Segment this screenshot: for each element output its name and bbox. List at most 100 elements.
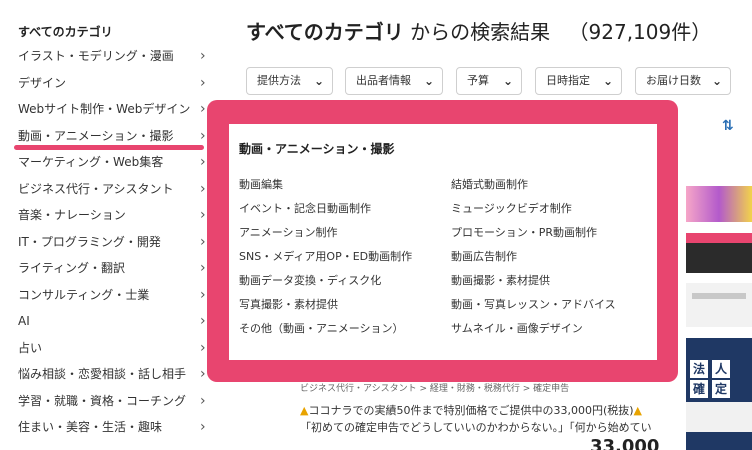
sidebar-item-illustration[interactable]: イラスト・モデリング・漫画 › xyxy=(0,43,220,70)
chevron-right-icon: › xyxy=(200,392,206,409)
sidebar-item-fortune[interactable]: 占い › xyxy=(0,335,220,362)
chevron-down-icon: ⌄ xyxy=(423,74,434,88)
filter-label: 日時指定 xyxy=(546,74,590,87)
sidebar-item-label: コンサルティング・士業 xyxy=(18,287,150,302)
subcategory-link[interactable]: 結婚式動画制作 xyxy=(451,176,528,192)
chevron-right-icon: › xyxy=(200,101,206,117)
filter-label: 提供方法 xyxy=(257,74,301,87)
thumbnail-strip xyxy=(686,402,752,432)
sidebar-item-label: 学習・就職・資格・コーチング xyxy=(18,393,187,408)
chevron-right-icon: › xyxy=(200,180,206,197)
subcategory-link[interactable]: 動画広告制作 xyxy=(451,248,517,264)
listing-thumbnail[interactable]: 法 人 確 定 xyxy=(686,338,752,450)
sidebar-item-label: 音楽・ナレーション xyxy=(18,208,126,222)
sidebar-item-label: Webサイト制作・Webデザイン xyxy=(18,102,191,116)
chevron-right-icon: › xyxy=(200,48,206,64)
subcategory-link[interactable]: 写真撮影・素材提供 xyxy=(239,296,338,312)
subcategory-flyout: 動画・アニメーション・撮影 動画編集 イベント・記念日動画制作 アニメーション制… xyxy=(229,124,657,360)
thumbnail-char: 確 xyxy=(690,380,708,398)
subcategory-link[interactable]: サムネイル・画像デザイン xyxy=(451,320,583,336)
chevron-right-icon: › xyxy=(200,339,206,356)
subcategory-link[interactable]: イベント・記念日動画制作 xyxy=(239,200,371,216)
chevron-down-icon: ⌄ xyxy=(502,74,513,88)
chevron-right-icon: › xyxy=(200,419,206,435)
filter-label: お届け日数 xyxy=(646,74,701,87)
sidebar-item-learning[interactable]: 学習・就職・資格・コーチング › xyxy=(0,388,220,415)
sidebar-heading: すべてのカテゴリ xyxy=(18,25,113,39)
chevron-right-icon: › xyxy=(200,260,206,276)
sidebar-item-label: ビジネス代行・アシスタント xyxy=(18,181,174,196)
chevron-right-icon: › xyxy=(200,74,206,91)
chevron-right-icon: › xyxy=(200,207,206,223)
filter-date[interactable]: 日時指定 ⌄ xyxy=(535,67,622,95)
thumbnail-char: 人 xyxy=(712,360,730,378)
chevron-down-icon: ⌄ xyxy=(602,74,613,88)
sidebar-item-design[interactable]: デザイン › xyxy=(0,70,220,97)
chevron-right-icon: › xyxy=(200,366,206,382)
sidebar-item-label: ライティング・翻訳 xyxy=(18,261,126,275)
sidebar-item-it[interactable]: IT・プログラミング・開発 › xyxy=(0,229,220,256)
sidebar-item-label: 占い xyxy=(18,340,43,355)
warning-icon: ▲ xyxy=(633,404,643,417)
listing-line-2[interactable]: 「初めての確定申告でどうしていいのかわからない。」「何から始めてい xyxy=(300,419,652,435)
subcategory-link[interactable]: アニメーション制作 xyxy=(239,224,338,240)
subcategory-link[interactable]: 動画編集 xyxy=(239,176,283,192)
sidebar-item-label: イラスト・モデリング・漫画 xyxy=(18,49,174,63)
listing-line-1[interactable]: ▲ココナラでの実績50件まで特別価格でご提供中の33,000円(税抜)▲ xyxy=(300,402,642,418)
sidebar-item-business[interactable]: ビジネス代行・アシスタント › xyxy=(0,176,220,203)
listing-thumbnail[interactable] xyxy=(686,283,752,327)
sidebar-item-music[interactable]: 音楽・ナレーション › xyxy=(0,202,220,229)
flyout-title: 動画・アニメーション・撮影 xyxy=(239,142,395,156)
sidebar-item-ai[interactable]: AI › xyxy=(0,308,220,335)
listing-thumbnail[interactable] xyxy=(686,233,752,273)
sidebar-item-writing[interactable]: ライティング・翻訳 › xyxy=(0,255,220,282)
listing-price: 33,000 xyxy=(590,436,660,450)
sidebar-item-consulting[interactable]: コンサルティング・士業 › xyxy=(0,282,220,309)
category-list: イラスト・モデリング・漫画 › デザイン › Webサイト制作・Webデザイン › 動… xyxy=(0,43,220,441)
subcategory-link[interactable]: プロモーション・PR動画制作 xyxy=(451,224,597,240)
filter-label: 予算 xyxy=(467,74,489,87)
subcategory-link[interactable]: 動画データ変換・ディスク化 xyxy=(239,272,381,288)
subcategory-link[interactable]: ミュージックビデオ制作 xyxy=(451,200,572,216)
page-title: すべてのカテゴリ からの検索結果 （927,109件） xyxy=(246,16,711,45)
title-category: すべてのカテゴリ xyxy=(246,20,404,44)
chevron-right-icon: › xyxy=(200,286,206,303)
subcategory-link[interactable]: SNS・メディア用OP・ED動画制作 xyxy=(239,248,412,264)
sort-icon[interactable]: ⇅ xyxy=(722,118,734,134)
sidebar-item-web[interactable]: Webサイト制作・Webデザイン › xyxy=(0,96,220,123)
thumbnail-strip xyxy=(686,233,752,243)
chevron-right-icon: › xyxy=(200,154,206,170)
sidebar-item-label: マーケティング・Web集客 xyxy=(18,155,164,169)
chevron-down-icon: ⌄ xyxy=(711,74,722,88)
sidebar-item-label: 動画・アニメーション・撮影 xyxy=(18,128,174,143)
filter-delivery-method[interactable]: 提供方法 ⌄ xyxy=(246,67,333,95)
filter-delivery-days[interactable]: お届け日数 ⌄ xyxy=(635,67,731,95)
category-sidebar: すべてのカテゴリ イラスト・モデリング・漫画 › デザイン › Webサイト制作・W… xyxy=(0,0,220,450)
thumbnail-strip xyxy=(692,293,746,299)
sidebar-item-label: デザイン xyxy=(18,75,67,90)
subcategory-link[interactable]: 動画・写真レッスン・アドバイス xyxy=(451,296,616,312)
sidebar-item-label: AI xyxy=(18,314,30,328)
chevron-right-icon: › xyxy=(200,233,206,250)
listing-thumbnail[interactable] xyxy=(686,186,752,222)
sidebar-item-label: 住まい・美容・生活・趣味 xyxy=(18,420,163,434)
sidebar-item-label: IT・プログラミング・開発 xyxy=(18,234,161,249)
chevron-down-icon: ⌄ xyxy=(313,74,324,88)
sidebar-item-counseling[interactable]: 悩み相談・恋愛相談・話し相手 › xyxy=(0,361,220,388)
listing-breadcrumb[interactable]: ビジネス代行・アシスタント > 経理・財務・税務代行 > 確定申告 xyxy=(300,381,569,394)
title-suffix: からの検索結果 xyxy=(410,20,551,44)
filter-budget[interactable]: 予算 ⌄ xyxy=(456,67,522,95)
filter-seller-info[interactable]: 出品者情報 ⌄ xyxy=(345,67,443,95)
thumbnail-char: 法 xyxy=(690,360,708,378)
filter-label: 出品者情報 xyxy=(356,74,411,87)
thumbnail-char: 定 xyxy=(712,380,730,398)
result-count: （927,109件） xyxy=(568,20,712,44)
sidebar-item-label: 悩み相談・恋愛相談・話し相手 xyxy=(18,367,187,381)
listing-text: ココナラでの実績50件まで特別価格でご提供中の33,000円(税抜) xyxy=(308,404,634,417)
subcategory-link[interactable]: 動画撮影・素材提供 xyxy=(451,272,550,288)
sidebar-item-lifestyle[interactable]: 住まい・美容・生活・趣味 › xyxy=(0,414,220,441)
sidebar-item-video[interactable]: 動画・アニメーション・撮影 › xyxy=(0,123,220,150)
sidebar-item-marketing[interactable]: マーケティング・Web集客 › xyxy=(0,149,220,176)
chevron-right-icon: › xyxy=(200,313,206,329)
subcategory-link[interactable]: その他（動画・アニメーション） xyxy=(239,320,404,336)
